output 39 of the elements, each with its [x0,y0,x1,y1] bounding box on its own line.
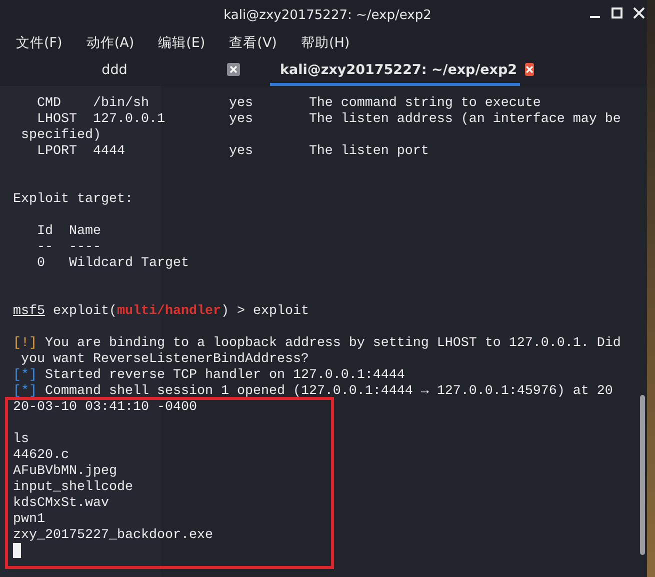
terminal-text: LHOST 127.0.0.1 yes The listen address (an interface may be [37,113,621,126]
terminal-tab[interactable]: ddd [0,56,250,86]
window-title: kali@zxy20175227: ~/exp/exp2 [224,8,432,22]
maximize-icon[interactable] [611,7,623,19]
terminal-text: Command shell session 1 opened (127.0.0.1:4444 → 127.0.0.1:45976) at 20 [45,385,613,398]
info-tag: [*] [13,369,37,382]
terminal-text: Started reverse TCP handler on 127.0.0.1:4444 [45,369,405,382]
module-name: multi/handler [117,305,221,318]
terminal-text: specified) [21,129,101,142]
menu-item[interactable]: 查看(V) [221,34,285,52]
terminal-text: Id Name [37,225,101,238]
terminal-text: 0 Wildcard Target [37,257,189,270]
menu-item[interactable]: 文件(F) [8,34,70,52]
terminal-text: AFuBVbMN.jpeg [13,465,117,478]
terminal-text: CMD /bin/sh yes The command string to execute [37,97,541,110]
terminal-text: pwn1 [13,513,45,526]
terminal-text: ) > exploit [220,305,309,318]
close-icon[interactable] [525,63,534,76]
text-cursor [13,543,21,558]
scrollbar[interactable] [640,395,645,555]
prompt-name: msf5 [13,305,45,318]
terminal-text: you want ReverseListenerBindAddress? [21,353,309,366]
info-tag: [*] [13,385,37,398]
warning-tag: [!] [13,337,37,350]
terminal-text: ls [13,433,29,446]
terminal-text: 20-03-10 03:41:10 -0400 [13,401,197,414]
terminal-text: zxy_20175227_backdoor.exe [13,529,213,542]
menu-item[interactable]: 编辑(E) [150,34,214,52]
menu-item[interactable]: 帮助(H) [292,34,358,52]
terminal-text: 44620.c [13,449,69,462]
terminal-text: kdsCMxSt.wav [13,497,109,510]
terminal-text: -- ---- [37,241,101,254]
terminal-text: Exploit target: [13,193,133,206]
terminal-text: You are binding to a loopback address by setting LHOST to 127.0.0.1. Did [45,337,621,350]
terminal-text: LPORT 4444 yes The listen port [37,145,429,158]
menu-item[interactable]: 动作(A) [78,34,142,52]
terminal-text: exploit( [53,305,117,318]
terminal-text: input_shellcode [13,481,133,494]
close-icon[interactable] [633,7,645,19]
